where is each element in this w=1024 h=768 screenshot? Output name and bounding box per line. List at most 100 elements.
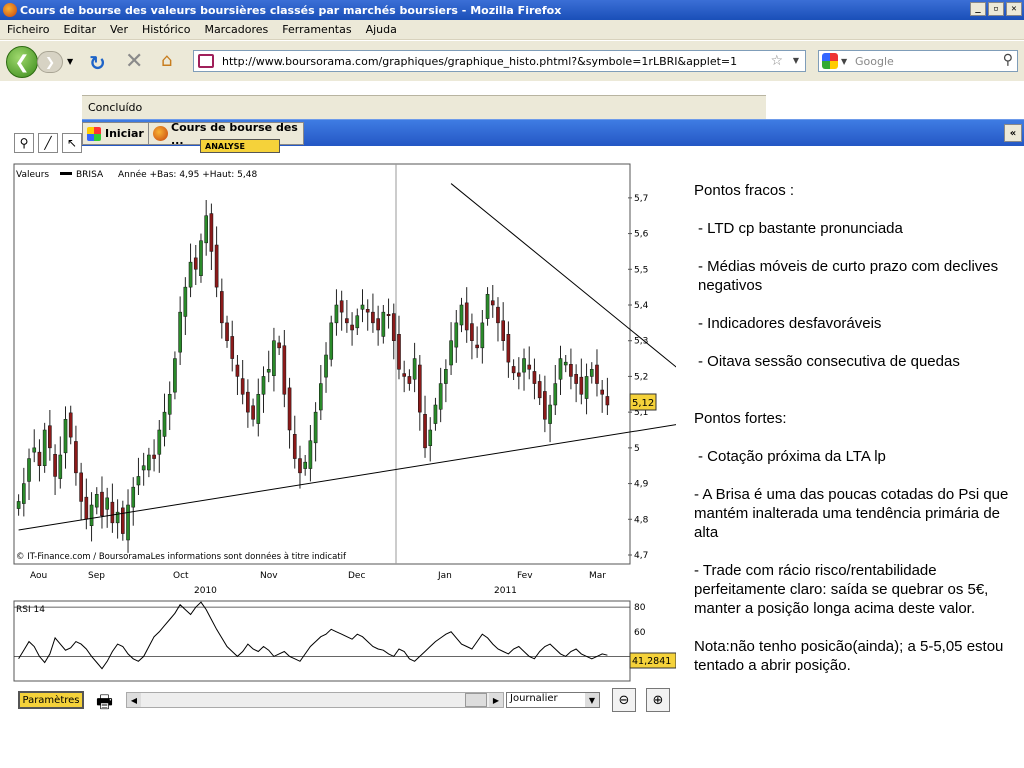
back-button[interactable]: ❮ — [6, 46, 38, 78]
candle-body — [480, 322, 485, 349]
candle-body — [334, 304, 339, 324]
legend-prefix: Valeurs — [16, 170, 49, 180]
y-tick-label: 5,4 — [634, 301, 649, 311]
strong-points-title: Pontos fortes: — [694, 410, 787, 427]
candle-body — [501, 320, 505, 341]
chart-area: 5,7 5,6 5,5 5,4 5,3 5,2 5,1 5 4,9 4,8 4,7 Valeurs … — [10, 155, 732, 715]
horizontal-scrollbar[interactable]: ◀ ▶ — [126, 692, 504, 708]
engine-dropdown-icon[interactable]: ▼ — [841, 57, 847, 66]
menu-editar[interactable]: Editar — [56, 23, 103, 36]
x-month-label: Aou — [30, 571, 47, 581]
scroll-thumb[interactable] — [465, 693, 487, 707]
close-button[interactable]: ✕ — [1006, 2, 1022, 16]
candle-body — [371, 311, 375, 324]
candle-body — [94, 494, 99, 508]
candle-body — [537, 381, 542, 399]
menu-ver[interactable]: Ver — [103, 23, 135, 36]
analyse-button[interactable]: ANALYSE — [200, 139, 280, 153]
menu-ficheiro[interactable]: Ficheiro — [0, 23, 56, 36]
forward-button[interactable]: ❯ — [37, 51, 63, 73]
cursor-tool-icon[interactable]: ↖ — [62, 133, 82, 153]
candle-body — [110, 501, 115, 524]
zoom-in-button[interactable]: ⊕ — [646, 688, 670, 712]
reload-icon[interactable]: ↻ — [89, 51, 106, 75]
candle-body — [183, 286, 188, 317]
parameters-button[interactable]: Paramètres — [18, 691, 84, 709]
y-tick-label: 5 — [634, 444, 640, 454]
printer-icon[interactable]: 🖶 — [96, 690, 113, 720]
analyse-label: ANALYSE — [205, 141, 245, 151]
candle-body — [459, 304, 464, 326]
site-favicon-icon — [198, 54, 214, 68]
bookmark-star-icon[interactable]: ☆ — [770, 53, 783, 69]
x-year-label: 2011 — [494, 586, 517, 596]
candle-body — [386, 314, 391, 316]
candle-body — [136, 476, 141, 486]
zoom-tool-icon[interactable]: ⚲ — [14, 133, 34, 153]
period-dropdown-icon[interactable]: ▼ — [585, 693, 599, 707]
candle-body — [303, 461, 307, 469]
search-icon[interactable]: ⚲ — [1003, 52, 1013, 68]
candle-body — [355, 315, 360, 329]
candle-body — [558, 358, 563, 380]
candle-body — [220, 291, 224, 324]
rsi-panel-border — [13, 600, 631, 682]
menu-marcadores[interactable]: Marcadores — [197, 23, 275, 36]
candle-body — [84, 496, 89, 520]
weak-points-title: Pontos fracos : — [694, 182, 795, 199]
stop-icon[interactable]: ✕ — [125, 49, 143, 74]
candle-body — [454, 322, 459, 348]
menu-ajuda[interactable]: Ajuda — [359, 23, 404, 36]
menu-historico[interactable]: Histórico — [135, 23, 197, 36]
candle-body — [569, 364, 573, 377]
candle-body — [527, 364, 532, 370]
candle-body — [63, 419, 68, 454]
y-tick-label: 5,7 — [634, 194, 648, 204]
window-controls: _ ▫ ✕ — [970, 2, 1022, 16]
x-month-label: Nov — [260, 571, 278, 581]
chart-footer: © IT-Finance.com / BoursoramaLes informa… — [16, 551, 347, 562]
search-input[interactable]: ▼ Google ⚲ — [818, 50, 1018, 72]
taskbar-chevron-button[interactable]: « — [1004, 124, 1022, 142]
candle-body — [553, 383, 558, 406]
candle-body — [167, 394, 172, 415]
rsi-value-label: 41,2841 — [632, 656, 671, 667]
zoom-out-icon: ⊖ — [618, 692, 630, 708]
candle-body — [423, 414, 427, 449]
candle-body — [100, 491, 104, 516]
candle-body — [240, 378, 245, 395]
google-engine-icon[interactable] — [822, 53, 838, 69]
candle-body — [53, 454, 57, 477]
zoom-out-button[interactable]: ⊖ — [612, 688, 636, 712]
candle-body — [376, 318, 380, 331]
history-dropdown-icon[interactable]: ▼ — [67, 57, 73, 66]
candle-body — [126, 504, 130, 541]
price-chart-svg: 5,75,65,55,45,35,25,154,94,84,7 Valeurs … — [10, 155, 732, 685]
scroll-left-icon[interactable]: ◀ — [127, 693, 141, 707]
author-note: Nota:não tenho posicão(ainda); a 5-5,05 … — [694, 638, 1004, 674]
blank-region — [0, 81, 82, 129]
candle-body — [282, 345, 287, 395]
candle-body — [365, 309, 370, 313]
candle-body — [42, 429, 47, 466]
url-bar[interactable]: http://www.boursorama.com/graphiques/gra… — [193, 50, 806, 72]
candle-body — [517, 372, 521, 377]
candle-body — [246, 391, 250, 413]
candle-body — [511, 366, 516, 374]
weak-point-4: - Oitava sessão consecutiva de quedas — [698, 353, 960, 370]
candle-body — [89, 504, 94, 526]
line-tool-icon[interactable]: ╱ — [38, 133, 58, 153]
url-dropdown-icon[interactable]: ▼ — [793, 56, 799, 65]
y-tick-label: 4,9 — [634, 480, 649, 490]
home-icon[interactable]: ⌂ — [161, 50, 172, 71]
candle-body — [600, 389, 604, 395]
candle-body — [381, 311, 386, 337]
scroll-right-icon[interactable]: ▶ — [489, 693, 503, 707]
menu-ferramentas[interactable]: Ferramentas — [275, 23, 358, 36]
period-select[interactable]: Journalier ▼ — [506, 692, 600, 708]
minimize-button[interactable]: _ — [970, 2, 986, 16]
restore-button[interactable]: ▫ — [988, 2, 1004, 16]
candle-body — [256, 394, 261, 424]
candle-body — [579, 376, 584, 395]
candle-body — [152, 454, 156, 459]
